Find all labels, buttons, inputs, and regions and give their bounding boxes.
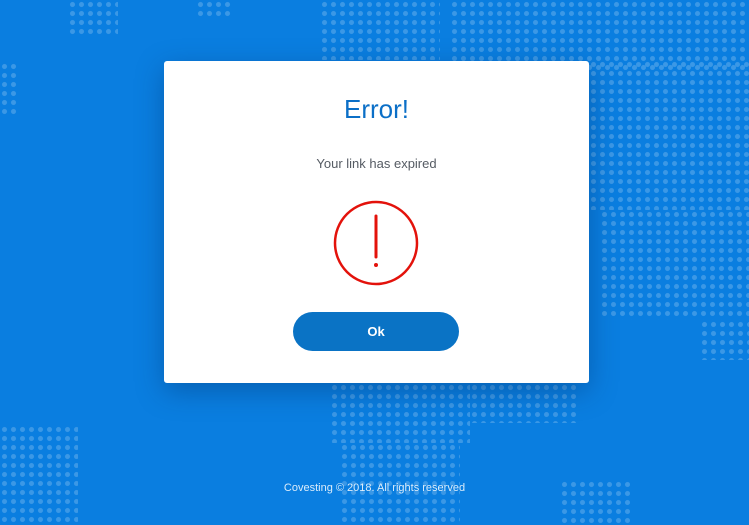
error-dialog: Error! Your link has expired Ok xyxy=(164,61,589,383)
footer-copyright: Covesting © 2018. All rights reserved xyxy=(283,482,466,494)
error-message: Your link has expired xyxy=(316,156,437,171)
dialog-title: Error! xyxy=(344,94,409,124)
ok-button[interactable]: Ok xyxy=(293,312,459,351)
exclamation-circle-icon xyxy=(333,200,419,286)
